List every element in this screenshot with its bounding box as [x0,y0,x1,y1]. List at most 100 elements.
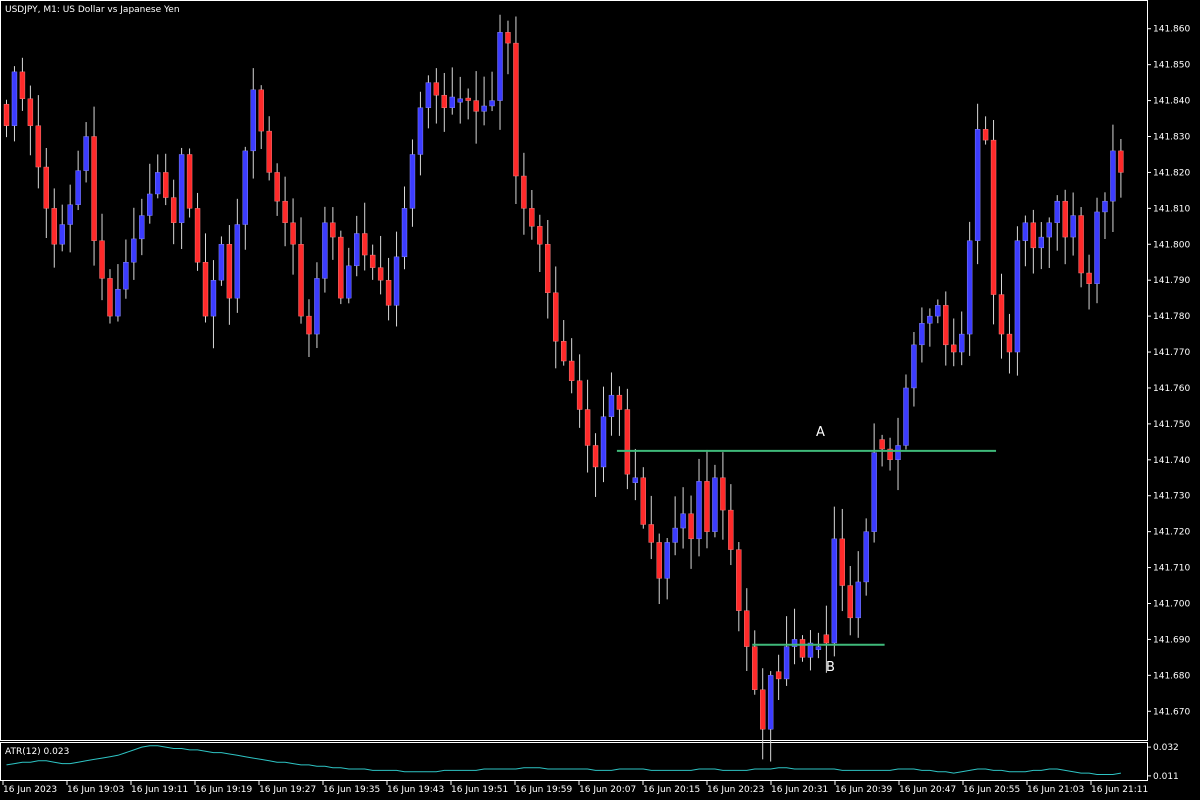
x-tick-label: 16 Jun 19:51 [451,785,508,795]
bear-candle-body [226,244,233,299]
bear-candle-body [584,409,591,446]
bull-candle-body [322,222,328,279]
bear-candle-body [760,689,766,730]
bull-candle-body [393,256,400,306]
x-tick-label: 16 Jun 19:27 [259,785,316,795]
chart-background [0,0,1200,800]
bull-candle-body [147,193,153,216]
bull-candle-body [1110,150,1116,202]
bear-candle-body [43,166,49,209]
bull-candle-body [1046,222,1052,238]
bear-candle-body [274,172,280,202]
bear-candle-body [27,98,34,126]
bull-candle-body [417,107,424,155]
bear-candle-body [529,208,535,227]
bull-candle-body [863,531,869,583]
atr-tick-label: 0.032 [1153,743,1179,753]
bull-candle-body [346,265,352,299]
bear-candle-body [545,244,551,293]
bull-candle-body [911,344,917,389]
y-tick-label: 141.790 [1153,276,1190,286]
chart-title: USDJPY, M1: US Dollar vs Japanese Yen [5,5,180,15]
y-tick-label: 141.770 [1153,348,1190,358]
bull-candle-body [234,224,241,299]
bull-candle-body [831,538,838,644]
bull-candle-body [401,208,408,258]
bull-candle-body [1070,215,1076,238]
bull-candle-body [497,32,503,101]
bull-candle-body [11,71,18,126]
bear-candle-body [473,100,479,112]
bull-candle-body [959,333,965,353]
bull-candle-body [767,675,774,730]
atr-title: ATR(12) 0.023 [5,747,69,757]
bear-candle-body [362,233,368,256]
y-tick-label: 141.840 [1153,97,1190,107]
bear-candle-body [369,254,376,268]
bull-candle-body [218,244,225,281]
y-tick-label: 141.860 [1153,25,1190,35]
y-tick-label: 141.810 [1153,204,1190,214]
bear-candle-body [688,513,694,540]
bear-candle-body [1030,222,1037,249]
bull-candle-body [210,279,217,317]
bear-candle-body [505,32,511,44]
bull-candle-body [83,136,89,171]
bear-candle-body [1078,215,1084,274]
bear-candle-body [194,208,201,263]
bull-candle-body [250,89,256,152]
bear-candle-body [91,136,97,241]
bull-candle-body [871,452,877,532]
bear-candle-body [799,639,806,658]
bear-candle-body [266,130,272,173]
y-tick-label: 141.820 [1153,168,1190,178]
bear-candle-body [537,226,543,245]
bear-candle-body [592,445,599,468]
level-label-a: A [816,425,825,440]
x-tick-label: 16 Jun 21:03 [1027,785,1084,795]
bear-candle-body [385,279,392,306]
bull-candle-body [632,477,639,483]
bear-candle-body [162,172,169,198]
bear-candle-body [465,97,471,101]
bull-candle-body [481,105,487,112]
bear-candle-body [847,585,853,619]
bear-candle-body [338,236,344,299]
bull-candle-body [139,215,145,240]
bear-candle-body [823,634,830,644]
bull-candle-body [67,204,73,225]
y-tick-label: 141.730 [1153,492,1190,502]
y-tick-label: 141.670 [1153,707,1190,717]
y-tick-label: 141.700 [1153,599,1190,609]
bear-candle-body [951,344,957,353]
bear-candle-body [775,671,782,680]
bear-candle-body [1118,150,1124,173]
y-tick-label: 141.780 [1153,312,1190,322]
bear-candle-body [744,610,750,647]
bear-candle-body [290,222,296,245]
bull-candle-body [489,100,495,107]
bull-candle-body [903,387,909,446]
bull-candle-body [815,646,822,650]
bull-candle-body [1102,200,1108,213]
x-tick-label: 16 Jun 19:59 [515,785,572,795]
bull-candle-body [935,305,941,317]
bull-candle-body [712,477,718,532]
bear-candle-body [943,305,949,346]
bear-candle-body [258,89,264,132]
x-tick-label: 16 Jun 20:31 [771,785,828,795]
bull-candle-body [664,542,670,579]
bear-candle-body [433,82,440,96]
bear-candle-body [521,175,527,209]
bear-candle-body [3,103,10,126]
bear-candle-body [553,292,559,342]
x-tick-label: 16 Jun 20:23 [707,785,764,795]
bear-candle-body [513,42,519,177]
bear-candle-body [568,360,575,381]
bull-candle-body [974,129,981,241]
bear-candle-body [377,267,384,281]
chart-svg: A B 141.860 141.850 141.840 141.830 141.820 14… [0,0,1200,800]
bull-candle-body [919,323,925,346]
bull-candle-body [895,445,901,461]
bear-candle-body [19,71,26,99]
